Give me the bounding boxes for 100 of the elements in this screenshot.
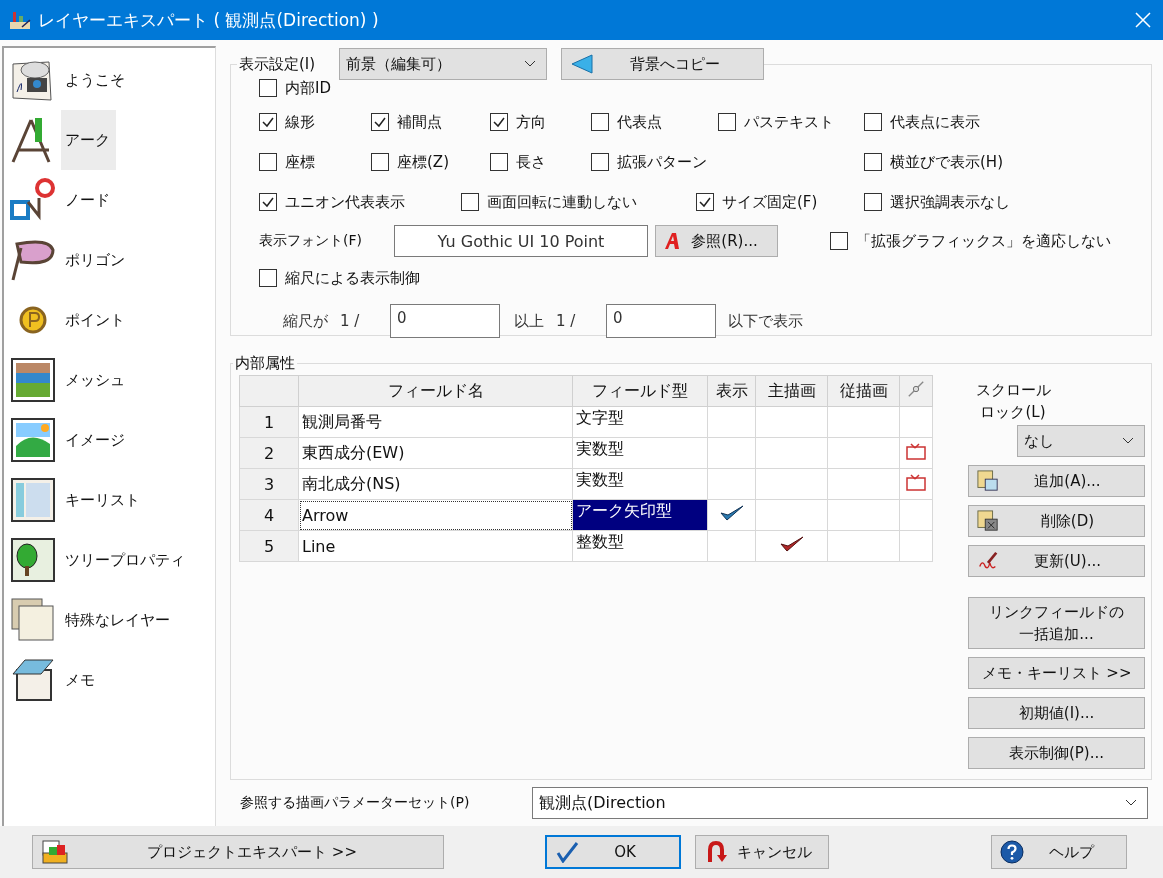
- mesh-icon: [9, 356, 57, 404]
- column-header: 表示: [707, 375, 756, 407]
- row-number: 1: [239, 406, 299, 438]
- checkbox[interactable]: [259, 269, 277, 287]
- action-button[interactable]: 表示制御(P)...: [968, 737, 1145, 769]
- table-cell[interactable]: 文字型: [572, 406, 708, 438]
- table-cell[interactable]: Arrow: [298, 499, 573, 531]
- table-cell[interactable]: 観測局番号: [298, 406, 573, 438]
- checkbox[interactable]: [591, 113, 609, 131]
- table-cell[interactable]: 実数型: [572, 468, 708, 500]
- table-cell[interactable]: 実数型: [572, 437, 708, 469]
- checkbox[interactable]: [259, 153, 277, 171]
- check-icon: [718, 504, 745, 522]
- list-icon: [9, 476, 57, 524]
- table-cell[interactable]: Line: [298, 530, 573, 562]
- window-title: レイヤーエキスパート ( 観測点(Direction) ): [38, 8, 380, 32]
- checkbox[interactable]: [490, 113, 508, 131]
- table-cell[interactable]: [707, 530, 756, 562]
- chevron-icon: [1125, 799, 1137, 807]
- parameter-set-dropdown[interactable]: 観測点(Direction: [532, 787, 1148, 819]
- sidebar-item[interactable]: イメージ: [61, 410, 131, 470]
- table-cell[interactable]: [755, 530, 828, 562]
- triangle-left-icon: [570, 54, 595, 74]
- checkbox-label: 補間点: [397, 112, 442, 132]
- sidebar-item[interactable]: ポイント: [61, 290, 131, 350]
- help-icon: [1000, 840, 1024, 864]
- sidebar-item[interactable]: 特殊なレイヤー: [61, 590, 176, 650]
- table-cell[interactable]: 整数型: [572, 530, 708, 562]
- checkbox-label: 長さ: [516, 152, 546, 172]
- font-field[interactable]: Yu Gothic UI 10 Point: [394, 225, 648, 257]
- link-field-icon: [905, 473, 927, 491]
- action-button[interactable]: 追加(A)...: [968, 465, 1145, 497]
- table-cell[interactable]: [755, 437, 828, 469]
- checkbox[interactable]: [490, 153, 508, 171]
- scroll-lock-dropdown[interactable]: なし: [1017, 425, 1145, 457]
- project-expert-button[interactable]: プロジェクトエキスパート >>: [32, 835, 444, 869]
- scale-label: 以上: [514, 311, 544, 331]
- checkbox[interactable]: [864, 153, 882, 171]
- checkbox[interactable]: [259, 113, 277, 131]
- table-cell[interactable]: [707, 468, 756, 500]
- sidebar-item[interactable]: アーク: [61, 110, 116, 170]
- checkbox[interactable]: [371, 153, 389, 171]
- table-cell[interactable]: [755, 499, 828, 531]
- parameter-set-label: 参照する描画パラメーターセット(P): [239, 794, 471, 812]
- max-scale-field[interactable]: 0: [606, 304, 716, 338]
- sidebar-item[interactable]: ノード: [61, 170, 116, 230]
- checkbox[interactable]: [864, 193, 882, 211]
- action-button[interactable]: 削除(D): [968, 505, 1145, 537]
- group-title: 表示設定(I): [238, 54, 317, 74]
- ok-button[interactable]: OK: [545, 835, 681, 869]
- column-header: 主描画: [755, 375, 828, 407]
- column-header: 従描画: [827, 375, 900, 407]
- action-button[interactable]: メモ・キーリスト >>: [968, 657, 1145, 689]
- copy-to-background-button[interactable]: 背景へコピー: [561, 48, 765, 80]
- checkbox[interactable]: [718, 113, 736, 131]
- checkbox[interactable]: [259, 79, 277, 97]
- checkbox[interactable]: [461, 193, 479, 211]
- checkbox[interactable]: [864, 113, 882, 131]
- checkbox-label: 代表点に表示: [890, 112, 980, 132]
- checkbox-label: 「拡張グラフィックス」を適応しない: [856, 231, 1111, 251]
- tree-icon: [9, 536, 57, 584]
- action-button[interactable]: 初期値(I)...: [968, 697, 1145, 729]
- sidebar-item[interactable]: ようこそ: [61, 50, 131, 110]
- table-cell[interactable]: 南北成分(NS): [298, 468, 573, 500]
- table-cell[interactable]: [707, 499, 756, 531]
- help-button[interactable]: ヘルプ: [991, 835, 1127, 869]
- table-cell[interactable]: アーク矢印型: [572, 499, 708, 531]
- checkbox-label: 座標(Z): [397, 152, 449, 172]
- close-icon[interactable]: [1135, 12, 1151, 28]
- action-button[interactable]: 更新(U)...: [968, 545, 1145, 577]
- row-number: 2: [239, 437, 299, 469]
- delete-icon: [977, 510, 999, 532]
- sidebar-item[interactable]: メモ: [61, 650, 101, 710]
- table-cell[interactable]: [707, 437, 756, 469]
- checkbox-label: 横並びで表示(H): [890, 152, 1003, 172]
- scroll-lock-label: スクロールロック(L): [974, 380, 1052, 423]
- checkbox[interactable]: [259, 193, 277, 211]
- checkbox-label: 座標: [285, 152, 315, 172]
- mode-dropdown[interactable]: 前景（編集可）: [339, 48, 548, 80]
- checkbox-label: ユニオン代表表示: [285, 192, 405, 212]
- cancel-button[interactable]: キャンセル: [695, 835, 829, 869]
- sidebar-item[interactable]: メッシュ: [61, 350, 131, 410]
- table-cell[interactable]: [755, 406, 828, 438]
- checkbox[interactable]: [591, 153, 609, 171]
- browse-button[interactable]: 参照(R)...: [655, 225, 778, 257]
- checkbox[interactable]: [830, 232, 848, 250]
- chevron-icon: [1122, 437, 1134, 445]
- checkbox-label: 方向: [516, 112, 546, 132]
- table-cell[interactable]: 東西成分(EW): [298, 437, 573, 469]
- checkbox[interactable]: [371, 113, 389, 131]
- sidebar-item[interactable]: ポリゴン: [61, 230, 131, 290]
- sidebar-item[interactable]: ツリープロパティ: [61, 530, 191, 590]
- table-cell[interactable]: [707, 406, 756, 438]
- sidebar-item[interactable]: キーリスト: [61, 470, 146, 530]
- table-cell[interactable]: [755, 468, 828, 500]
- checkbox-label: サイズ固定(F): [722, 192, 818, 212]
- checkmark-icon: [555, 841, 579, 863]
- min-scale-field[interactable]: 0: [390, 304, 500, 338]
- action-button[interactable]: リンクフィールドの一括追加...: [968, 597, 1145, 649]
- checkbox[interactable]: [696, 193, 714, 211]
